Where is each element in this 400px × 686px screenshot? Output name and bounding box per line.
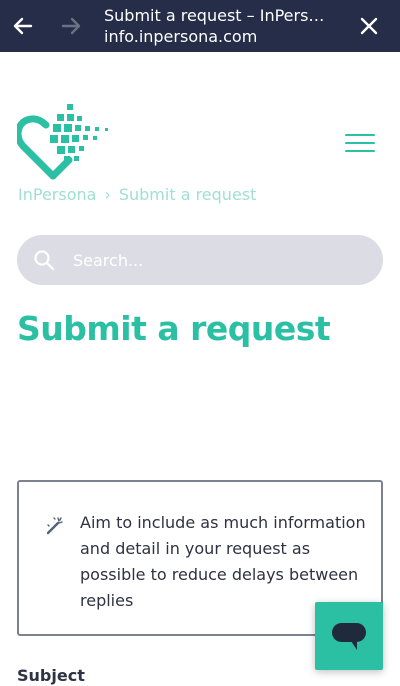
search-icon — [34, 250, 55, 271]
breadcrumb-item-home[interactable]: InPersona — [18, 185, 96, 204]
chat-button[interactable] — [315, 602, 383, 670]
browser-page-title: Submit a request – InPersona — [104, 6, 334, 25]
chat-bubble-icon — [332, 623, 366, 650]
close-icon[interactable] — [356, 13, 382, 39]
page-title: Submit a request — [17, 309, 331, 348]
search-input[interactable] — [73, 245, 363, 275]
browser-top-bar: Submit a request – InPersona info.inpers… — [0, 0, 400, 52]
menu-line — [345, 142, 375, 144]
heart-pixel-logo-icon[interactable] — [17, 104, 113, 182]
subject-label: Subject — [17, 666, 85, 685]
browser-url: info.inpersona.com — [104, 27, 258, 46]
hamburger-menu-icon[interactable] — [345, 134, 375, 154]
search-bar — [17, 235, 383, 285]
breadcrumb: InPersona › Submit a request — [18, 185, 256, 204]
breadcrumb-separator: › — [104, 185, 111, 204]
menu-line — [345, 150, 375, 152]
arrow-right-icon[interactable] — [58, 13, 84, 39]
magic-wand-icon — [46, 517, 63, 535]
menu-line — [345, 134, 375, 136]
browser-titles: Submit a request – InPersona info.inpers… — [104, 5, 334, 47]
arrow-left-icon[interactable] — [10, 13, 36, 39]
breadcrumb-item-current[interactable]: Submit a request — [119, 185, 257, 204]
info-text: Aim to include as much information and d… — [80, 513, 366, 610]
